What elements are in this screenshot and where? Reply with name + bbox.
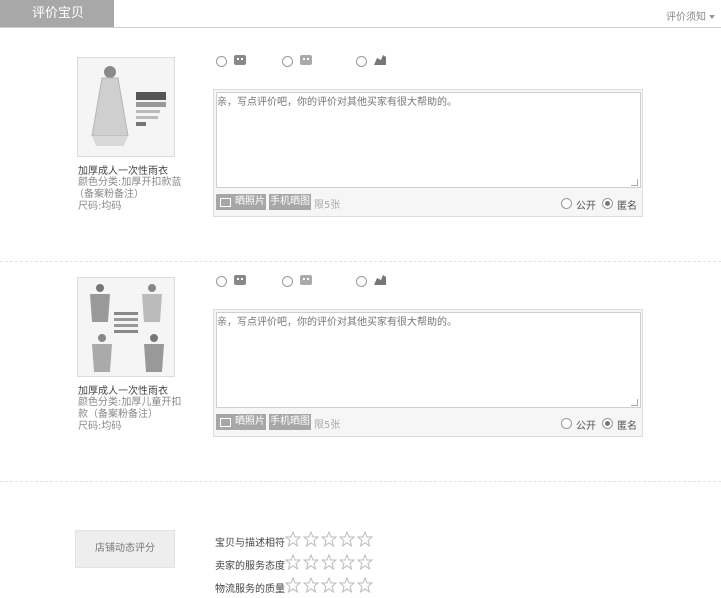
upload-photo-label: 晒照片 — [235, 196, 265, 207]
anonymous-label: 匿名 — [617, 201, 637, 212]
product-spec: 颜色分类:加厚开扣款蓝 （备案粉备注） 尺码:均码 — [74, 177, 190, 213]
star-rating-description[interactable] — [285, 531, 375, 547]
dsr-label-logistics: 物流服务的质量 — [215, 584, 285, 595]
section-divider — [0, 481, 721, 482]
product-image[interactable] — [77, 277, 175, 377]
star-icon[interactable] — [357, 577, 373, 593]
review-notice-link[interactable]: 评价须知 — [666, 8, 715, 23]
star-icon[interactable] — [321, 531, 337, 547]
spec-line: 尺码:均码 — [78, 201, 122, 212]
top-bar: 评价宝贝 评价须知 — [0, 0, 721, 28]
anonymous-label: 匿名 — [617, 421, 637, 432]
rating-options — [216, 53, 416, 69]
good-rating-icon — [234, 275, 246, 285]
upload-photo-button[interactable]: 晒照片 — [216, 194, 266, 210]
neutral-rating-radio[interactable] — [282, 56, 293, 67]
raincoat-adult-image — [78, 58, 174, 156]
spec-line: 颜色分类:加厚儿童开扣 — [78, 397, 182, 408]
rating-options — [216, 273, 416, 289]
public-radio[interactable] — [561, 418, 572, 429]
comment-editor: 晒照片 手机晒图 限5张 公开 匿名 — [213, 89, 643, 217]
bad-rating-icon — [374, 275, 386, 285]
good-rating-radio[interactable] — [216, 56, 227, 67]
camera-icon — [220, 198, 231, 207]
anonymous-radio[interactable] — [602, 198, 613, 209]
star-rating-service[interactable] — [285, 554, 375, 570]
star-icon[interactable] — [321, 554, 337, 570]
product-name[interactable]: 加厚成人一次性雨衣 — [78, 162, 168, 177]
camera-icon — [220, 418, 231, 427]
spec-line: 款（备案粉备注） — [78, 409, 158, 420]
photo-limit-text: 限5张 — [314, 200, 341, 211]
section-divider — [0, 261, 721, 262]
comment-editor: 晒照片 手机晒图 限5张 公开 匿名 — [213, 309, 643, 437]
star-icon[interactable] — [339, 554, 355, 570]
star-icon[interactable] — [285, 577, 301, 593]
anonymous-radio[interactable] — [602, 418, 613, 429]
star-rating-logistics[interactable] — [285, 577, 375, 593]
raincoat-kids-image — [78, 278, 174, 376]
neutral-rating-icon — [300, 55, 312, 65]
star-icon[interactable] — [303, 554, 319, 570]
star-icon[interactable] — [303, 577, 319, 593]
public-label: 公开 — [576, 421, 596, 432]
star-icon[interactable] — [303, 531, 319, 547]
bad-rating-icon — [374, 55, 386, 65]
upload-photo-label: 晒照片 — [235, 416, 265, 427]
star-icon[interactable] — [285, 531, 301, 547]
comment-textarea[interactable] — [216, 92, 641, 188]
store-rating-button[interactable]: 店铺动态评分 — [75, 530, 175, 568]
comment-textarea[interactable] — [216, 312, 641, 408]
bad-rating-radio[interactable] — [356, 276, 367, 287]
spec-line: 颜色分类:加厚开扣款蓝 — [78, 177, 182, 188]
spec-line: 尺码:均码 — [78, 421, 122, 432]
photo-limit-text: 限5张 — [314, 420, 341, 431]
review-notice-label: 评价须知 — [666, 12, 706, 23]
neutral-rating-radio[interactable] — [282, 276, 293, 287]
star-icon[interactable] — [357, 554, 373, 570]
star-icon[interactable] — [339, 531, 355, 547]
public-radio[interactable] — [561, 198, 572, 209]
public-label: 公开 — [576, 201, 596, 212]
star-icon[interactable] — [321, 577, 337, 593]
upload-photo-button[interactable]: 晒照片 — [216, 414, 266, 430]
good-rating-icon — [234, 55, 246, 65]
bad-rating-radio[interactable] — [356, 56, 367, 67]
resize-handle-icon[interactable] — [631, 179, 638, 186]
product-spec: 颜色分类:加厚儿童开扣 款（备案粉备注） 尺码:均码 — [78, 397, 190, 433]
resize-handle-icon[interactable] — [631, 399, 638, 406]
dsr-label-service: 卖家的服务态度 — [215, 561, 285, 572]
spec-line: （备案粉备注） — [74, 189, 144, 200]
product-name[interactable]: 加厚成人一次性雨衣 — [78, 382, 168, 397]
page-title: 评价宝贝 — [0, 0, 114, 27]
mobile-upload-button[interactable]: 手机晒图 — [269, 414, 311, 430]
chevron-down-icon — [709, 15, 715, 19]
star-icon[interactable] — [285, 554, 301, 570]
good-rating-radio[interactable] — [216, 276, 227, 287]
product-image[interactable] — [77, 57, 175, 157]
star-icon[interactable] — [357, 531, 373, 547]
mobile-upload-button[interactable]: 手机晒图 — [269, 194, 311, 210]
dsr-label-description: 宝贝与描述相符 — [215, 538, 285, 549]
star-icon[interactable] — [339, 577, 355, 593]
neutral-rating-icon — [300, 275, 312, 285]
